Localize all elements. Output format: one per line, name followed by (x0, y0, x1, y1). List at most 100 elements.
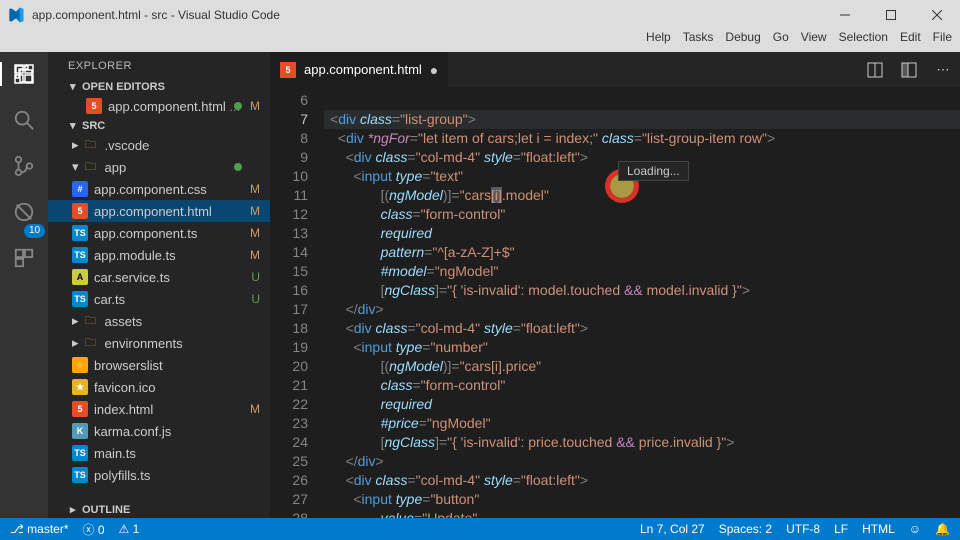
line-number: 16 (270, 281, 324, 300)
file-item[interactable]: ★favicon.ico (48, 376, 270, 398)
file-item[interactable]: Acar.service.tsU (48, 266, 270, 288)
debug-icon[interactable] (12, 200, 36, 224)
cursor-position[interactable]: Ln 7, Col 27 (640, 522, 705, 536)
file-item[interactable]: 5app.component.htmlM (48, 200, 270, 222)
git-status: M (250, 248, 260, 262)
open-editors-header[interactable]: OPEN EDITORS (48, 78, 270, 95)
code-line[interactable]: [ngClass]="{ 'is-invalid': price.touched… (324, 433, 960, 452)
line-number: 12 (270, 205, 324, 224)
git-branch[interactable]: ⎇ master* (10, 522, 69, 536)
code-line[interactable]: value="Update" (324, 509, 960, 518)
line-number: 27 (270, 490, 324, 509)
indent-status[interactable]: Spaces: 2 (719, 522, 772, 536)
code-content[interactable]: <div class="list-group"> <div *ngFor="le… (324, 87, 960, 518)
code-line[interactable]: required (324, 395, 960, 414)
tab-app-component-html[interactable]: 5 app.component.html ● (270, 52, 449, 87)
folder-item[interactable]: 🗀environments (48, 332, 270, 354)
folder-item[interactable]: 🗀assets (48, 310, 270, 332)
file-item[interactable]: 5index.htmlM (48, 398, 270, 420)
folder-icon: 🗀 (83, 137, 99, 153)
menu-selection[interactable]: Selection (839, 30, 888, 52)
file-item[interactable]: Kkarma.conf.js (48, 420, 270, 442)
outline-label: OUTLINE (82, 504, 130, 516)
item-label: index.html (94, 402, 153, 417)
item-label: app.component.html (94, 204, 212, 219)
item-label: app (105, 160, 127, 175)
file-item[interactable]: TSapp.component.tsM (48, 222, 270, 244)
line-number: 10 (270, 167, 324, 186)
code-line[interactable]: </div> (324, 452, 960, 471)
menu-tasks[interactable]: Tasks (683, 30, 714, 52)
file-item[interactable]: TSpolyfills.ts (48, 464, 270, 486)
code-line[interactable]: <input type="button" (324, 490, 960, 509)
git-status: M (250, 99, 260, 113)
extensions-icon[interactable] (12, 246, 36, 270)
menu-edit[interactable]: Edit (900, 30, 921, 52)
problems-warnings[interactable]: ⚠ 1 (119, 522, 140, 536)
folder-item[interactable]: 🗀app (48, 156, 270, 178)
outline-header[interactable]: OUTLINE (48, 501, 270, 518)
file-item[interactable]: TSapp.module.tsM (48, 244, 270, 266)
file-item[interactable]: ○browserslist (48, 354, 270, 376)
code-line[interactable]: class="form-control" (324, 205, 960, 224)
git-status: U (251, 292, 260, 306)
menu-view[interactable]: View (801, 30, 827, 52)
eol-status[interactable]: LF (834, 522, 848, 536)
line-number: 21 (270, 376, 324, 395)
menu-file[interactable]: File (933, 30, 952, 52)
source-control-icon[interactable] (12, 154, 36, 178)
line-number: 20 (270, 357, 324, 376)
src-header[interactable]: SRC (48, 117, 270, 134)
code-line[interactable]: pattern="^[a-zA-Z]+$" (324, 243, 960, 262)
menu-go[interactable]: Go (773, 30, 789, 52)
scm-badge: 10 (24, 224, 45, 238)
line-number: 8 (270, 129, 324, 148)
file-item[interactable]: TS main.ts (48, 442, 270, 464)
item-label: main.ts (94, 446, 136, 461)
code-line[interactable]: <div *ngFor="let item of cars;let i = in… (324, 129, 960, 148)
minimize-button[interactable] (822, 0, 868, 30)
explorer-icon[interactable] (12, 62, 36, 86)
split-editor-icon[interactable] (858, 52, 892, 87)
line-number: 15 (270, 262, 324, 281)
line-number-gutter: 6789101112131415161718192021222324252627… (270, 87, 324, 518)
code-line[interactable] (324, 91, 960, 110)
code-line[interactable]: <input type="number" (324, 338, 960, 357)
code-line[interactable]: <div class="col-md-4" style="float:left"… (324, 319, 960, 338)
line-number: 19 (270, 338, 324, 357)
code-line[interactable]: class="form-control" (324, 376, 960, 395)
editor-group: 5 app.component.html ● ⋯ 678910111213141… (270, 52, 960, 518)
file-item[interactable]: #app.component.cssM (48, 178, 270, 200)
encoding-status[interactable]: UTF-8 (786, 522, 820, 536)
folder-item[interactable]: 🗀.vscode (48, 134, 270, 156)
open-editor-item[interactable]: 5app.component.html ...M (48, 95, 270, 117)
item-label: app.component.ts (94, 226, 197, 241)
activity-bar: 10 (0, 52, 48, 518)
notifications-icon[interactable]: 🔔 (935, 522, 950, 536)
maximize-button[interactable] (868, 0, 914, 30)
search-icon[interactable] (12, 108, 36, 132)
code-area[interactable]: 6789101112131415161718192021222324252627… (270, 87, 960, 518)
code-line[interactable]: <div class="col-md-4" style="float:left"… (324, 471, 960, 490)
code-line[interactable]: </div> (324, 300, 960, 319)
tab-close-icon[interactable]: ● (430, 62, 438, 78)
code-line[interactable]: [ngClass]="{ 'is-invalid': model.touched… (324, 281, 960, 300)
menu-debug[interactable]: Debug (725, 30, 760, 52)
code-line[interactable]: [(ngModel)]="cars[i].price" (324, 357, 960, 376)
menu-help[interactable]: Help (646, 30, 671, 52)
language-mode[interactable]: HTML (862, 522, 895, 536)
close-button[interactable] (914, 0, 960, 30)
file-icon: TS (72, 291, 88, 307)
code-line[interactable]: #model="ngModel" (324, 262, 960, 281)
editor-layout-icon[interactable] (892, 52, 926, 87)
problems-errors[interactable]: ⓧ 0 (83, 521, 105, 538)
code-line[interactable]: [(ngModel)]="cars[i].model" (324, 186, 960, 205)
feedback-icon[interactable]: ☺ (909, 522, 921, 536)
code-line[interactable]: <div class="list-group"> (324, 110, 960, 129)
item-label: karma.conf.js (94, 424, 171, 439)
file-icon: TS (72, 445, 88, 461)
file-item[interactable]: TScar.tsU (48, 288, 270, 310)
more-actions-icon[interactable]: ⋯ (926, 52, 960, 87)
code-line[interactable]: #price="ngModel" (324, 414, 960, 433)
code-line[interactable]: required (324, 224, 960, 243)
